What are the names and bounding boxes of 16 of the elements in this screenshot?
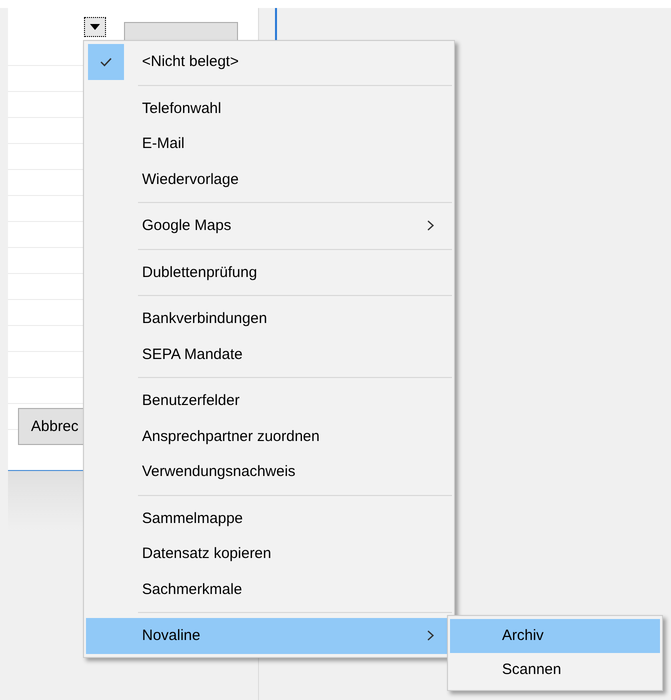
menu-item[interactable]: Google Maps <box>86 208 452 244</box>
caret-icon <box>90 24 100 30</box>
menu-item[interactable]: Wiedervorlage <box>86 162 452 197</box>
menu-item[interactable]: Verwendungsnachweis <box>86 454 452 490</box>
menu-item[interactable]: E-Mail <box>86 126 452 162</box>
menu-item[interactable]: Dublettenprüfung <box>86 254 452 290</box>
menu-item[interactable]: Datensatz kopieren <box>86 536 452 572</box>
dropdown-button[interactable] <box>84 17 106 37</box>
menu-item[interactable]: Sachmerkmale <box>86 572 452 607</box>
menu-item[interactable]: <Nicht belegt> <box>86 44 452 80</box>
menu-item[interactable]: Sammelmappe <box>86 500 452 536</box>
menu-item[interactable]: SEPA Mandate <box>86 336 452 372</box>
menu-item[interactable]: Archiv <box>450 619 660 653</box>
menu-item[interactable]: Bankverbindungen <box>86 301 452 336</box>
menu-item[interactable]: Telefonwahl <box>86 90 452 126</box>
menu-item[interactable]: Scannen <box>450 653 660 687</box>
